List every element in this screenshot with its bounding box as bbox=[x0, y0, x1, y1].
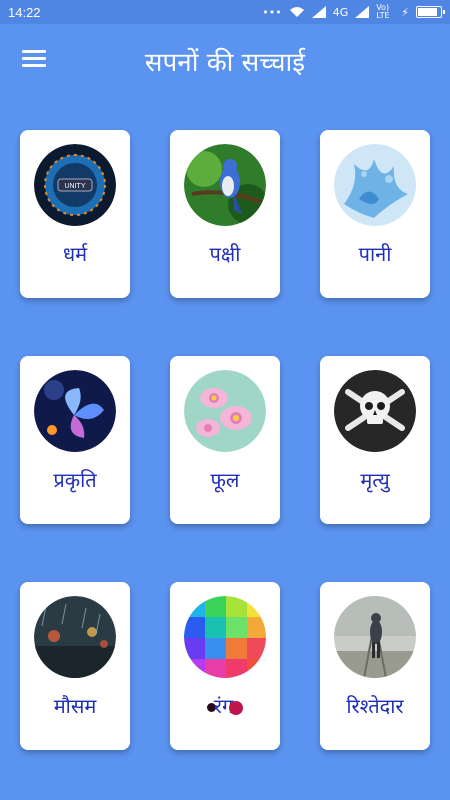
category-label: पक्षी bbox=[209, 242, 241, 266]
app-bar: सपनों की सच्चाई bbox=[0, 24, 450, 98]
unity-globe-image: UNITY bbox=[34, 144, 116, 226]
category-card-prakriti[interactable]: प्रकृति bbox=[20, 356, 130, 524]
colorful-cubes-image bbox=[184, 596, 266, 678]
status-icons: ••• 4G Vo) LTE ⚡ bbox=[262, 3, 445, 20]
paint-dot-right bbox=[229, 700, 244, 715]
more-dots-icon: ••• bbox=[262, 5, 282, 19]
category-card-mausam[interactable]: मौसम bbox=[20, 582, 130, 750]
pink-flowers-image bbox=[184, 370, 266, 452]
signal-icon bbox=[311, 6, 326, 18]
man-walking-on-tracks-image bbox=[334, 596, 416, 678]
hamburger-menu-icon[interactable] bbox=[22, 50, 48, 70]
category-label: धर्म bbox=[62, 242, 88, 266]
category-card-phool[interactable]: फूल bbox=[170, 356, 280, 524]
water-splash-image bbox=[334, 144, 416, 226]
category-card-mrityu[interactable]: मृत्यु bbox=[320, 356, 430, 524]
rainy-street-image bbox=[34, 596, 116, 678]
category-card-rang[interactable]: रंग bbox=[170, 582, 280, 750]
category-label: प्रकृति bbox=[53, 468, 97, 492]
category-card-dharm[interactable]: UNITY धर्म bbox=[20, 130, 130, 298]
category-label: रंग bbox=[170, 692, 280, 719]
volte-badge: Vo) LTE bbox=[376, 3, 390, 20]
category-card-pani[interactable]: पानी bbox=[320, 130, 430, 298]
category-card-pakshi[interactable]: पक्षी bbox=[170, 130, 280, 298]
skull-crossbones-image bbox=[334, 370, 416, 452]
category-label: फूल bbox=[210, 468, 240, 492]
wifi-icon bbox=[289, 7, 304, 17]
category-label: पानी bbox=[358, 242, 392, 266]
status-time: 14:22 bbox=[8, 4, 41, 20]
category-card-rishtedar[interactable]: रिश्तेदार bbox=[320, 582, 430, 750]
category-label: मौसम bbox=[53, 694, 97, 718]
category-label: मृत्यु bbox=[360, 468, 390, 492]
signal-icon-2 bbox=[355, 6, 370, 18]
charging-icon: ⚡ bbox=[401, 5, 409, 19]
glowing-butterfly-image bbox=[34, 370, 116, 452]
category-label: रिश्तेदार bbox=[346, 694, 404, 718]
blue-jay-bird-image bbox=[184, 144, 266, 226]
network-type: 4G bbox=[332, 5, 349, 19]
battery-icon bbox=[416, 6, 445, 18]
status-bar: 14:22 ••• 4G Vo) LTE ⚡ bbox=[0, 0, 450, 24]
app-title: सपनों की सच्चाई bbox=[144, 48, 306, 78]
svg-text:UNITY: UNITY bbox=[65, 183, 86, 190]
